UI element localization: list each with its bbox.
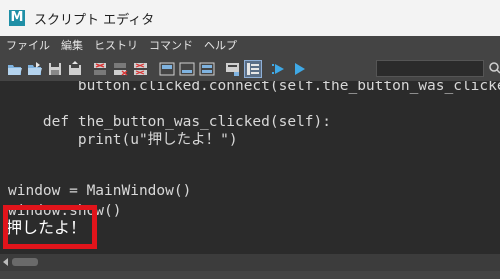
code-line: print(u"押したよ！") bbox=[8, 132, 238, 148]
clear-input-icon[interactable] bbox=[113, 61, 129, 77]
menu-history[interactable]: ヒストリ bbox=[94, 36, 138, 56]
open-script-icon[interactable] bbox=[7, 61, 23, 77]
code-line: window = MainWindow() bbox=[8, 183, 192, 199]
save-script-icon[interactable] bbox=[47, 61, 63, 77]
line-numbers-icon[interactable] bbox=[244, 59, 262, 78]
search-icon[interactable] bbox=[488, 60, 500, 77]
title-bar: M スクリプト エディタ bbox=[0, 0, 500, 36]
scroll-thumb[interactable] bbox=[12, 258, 38, 266]
execute-all-icon[interactable] bbox=[271, 61, 287, 77]
clear-all-icon[interactable] bbox=[133, 61, 149, 77]
code-line: def the_button_was_clicked(self): bbox=[8, 114, 332, 130]
menu-edit[interactable]: 編集 bbox=[61, 36, 83, 56]
menu-file[interactable]: ファイル bbox=[6, 36, 50, 56]
maya-app-icon: M bbox=[9, 10, 25, 26]
echo-all-commands-icon[interactable] bbox=[225, 61, 241, 77]
search-input[interactable] bbox=[376, 60, 484, 77]
execute-icon[interactable] bbox=[291, 61, 307, 77]
scroll-left-arrow-icon[interactable] bbox=[3, 258, 8, 266]
clear-history-icon[interactable] bbox=[93, 61, 109, 77]
show-history-icon[interactable] bbox=[159, 61, 175, 77]
show-input-icon[interactable] bbox=[179, 61, 195, 77]
save-to-shelf-icon[interactable] bbox=[67, 60, 83, 77]
code-line: button.clicked.connect(self.the_button_w… bbox=[8, 81, 500, 94]
window-title: スクリプト エディタ bbox=[34, 12, 155, 28]
horizontal-scrollbar[interactable] bbox=[0, 254, 500, 271]
menu-command[interactable]: コマンド bbox=[149, 36, 193, 56]
highlight-box bbox=[3, 205, 97, 249]
source-script-icon[interactable] bbox=[27, 61, 43, 77]
menu-bar: ファイル 編集 ヒストリ コマンド ヘルプ bbox=[0, 36, 500, 56]
menu-help[interactable]: ヘルプ bbox=[204, 36, 237, 56]
show-both-icon[interactable] bbox=[199, 61, 215, 77]
bottom-bar bbox=[0, 271, 500, 279]
